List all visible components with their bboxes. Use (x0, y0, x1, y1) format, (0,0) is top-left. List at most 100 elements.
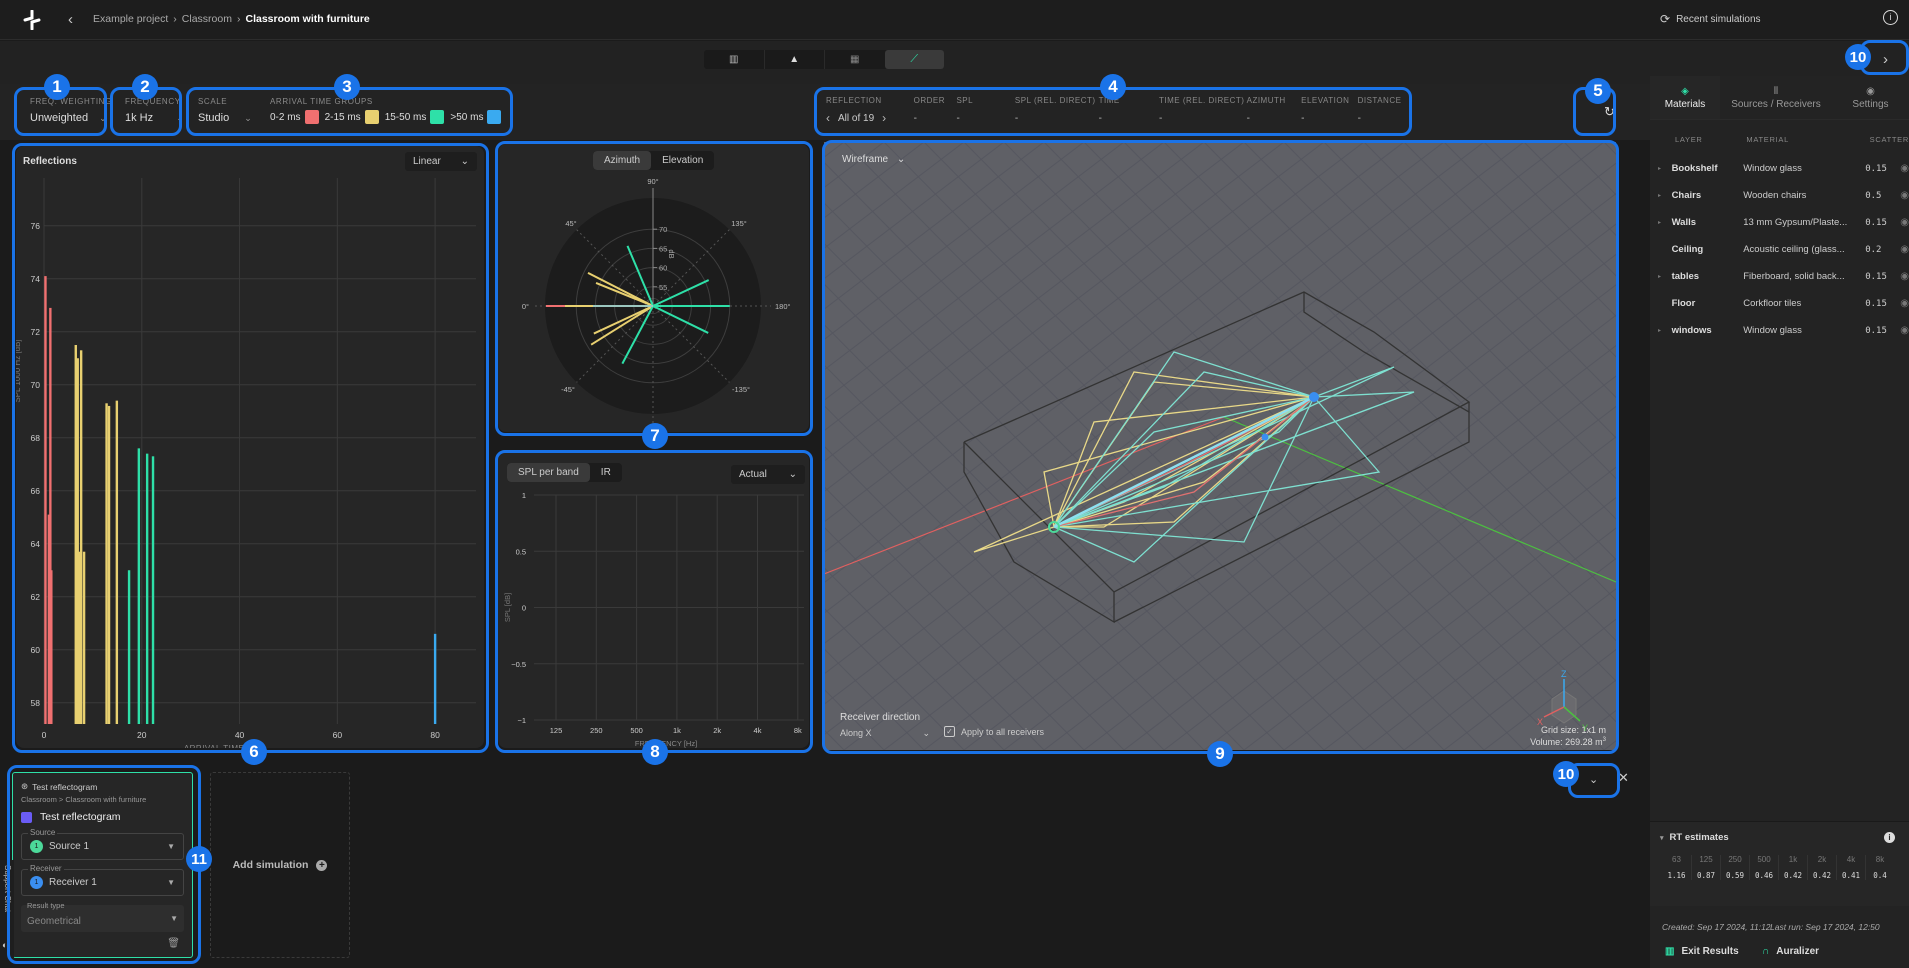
trash-icon[interactable]: 🗑 (167, 938, 180, 949)
material-scatter[interactable]: 0.15 (1865, 164, 1894, 174)
frequency-select[interactable]: FREQUENCY 1k Hz ⌄ (125, 97, 184, 124)
3d-scene[interactable]: XYZ (824, 142, 1616, 750)
arrival-group-label: 15-50 ms (384, 111, 427, 123)
y-tick-label: 70 (31, 380, 41, 390)
eye-icon[interactable]: ◉ (1900, 271, 1909, 282)
arrival-group-swatch[interactable] (487, 110, 502, 124)
reflection-bar (107, 405, 111, 724)
last-run-date: Last run: Sep 17 2024, 12:50 (1770, 922, 1880, 932)
caret-down-icon: ▼ (170, 914, 178, 923)
reflection-info: REFLECTION ORDER SPL SPL (REL. DIRECT) TIME T… (826, 96, 1416, 125)
expand-icon[interactable]: ▸ (1658, 192, 1672, 199)
radial-tick-label: 55 (659, 283, 667, 292)
expand-icon[interactable]: ▸ (1658, 327, 1672, 334)
collapse-icon[interactable]: ▾ (1660, 834, 1664, 842)
material-row[interactable]: ▸ Walls 13 mm Gypsum/Plaste... 0.15 ◉ (1650, 209, 1909, 236)
color-swatch[interactable] (21, 811, 32, 823)
material-name[interactable]: 13 mm Gypsum/Plaste... (1743, 217, 1865, 228)
material-scatter[interactable]: 0.15 (1865, 326, 1894, 336)
volume-unit-sup: 3 (1602, 737, 1606, 743)
scale-select[interactable]: SCALE Studio ⌄ (198, 97, 252, 124)
material-scatter[interactable]: 0.15 (1865, 272, 1894, 282)
collapse-panel-button[interactable]: ⌄ (1589, 773, 1598, 786)
floor-grid-line (824, 566, 1005, 750)
auralizer-button[interactable]: ∩ Auralizer (1762, 946, 1819, 957)
x-tick-label: 60 (333, 730, 343, 740)
simulation-card[interactable]: ⊛ Test reflectogram Classroom > Classroom… (12, 772, 193, 958)
y-tick-label: 74 (31, 274, 41, 284)
breadcrumb-model[interactable]: Classroom (182, 13, 232, 25)
reflection-header: AZIMUTH (1246, 96, 1286, 105)
back-button[interactable]: ‹ (68, 11, 73, 28)
material-scatter[interactable]: 0.15 (1865, 299, 1894, 309)
volume: Volume: 269.28 m (1530, 737, 1603, 747)
freq-weighting-value: Unweighted (30, 112, 89, 124)
tab-settings[interactable]: ◉ Settings (1832, 76, 1909, 119)
app-logo[interactable] (22, 9, 42, 35)
receiver-select[interactable]: Receiver 1 Receiver 1 ▼ (21, 864, 184, 896)
expand-icon[interactable]: ▸ (1658, 273, 1672, 280)
angle-label: 135° (731, 219, 747, 228)
apply-all-receivers-checkbox[interactable]: ✓ Apply to all receivers (944, 726, 1044, 737)
material-name[interactable]: Corkfloor tiles (1743, 298, 1865, 309)
eye-icon[interactable]: ◉ (1900, 244, 1909, 255)
expand-icon[interactable]: ▸ (1658, 165, 1672, 172)
support-chat-tab[interactable]: Support Chat ◐ (0, 860, 14, 960)
expand-icon[interactable]: ▸ (1658, 219, 1672, 226)
tab-results-overview[interactable]: ▥ (704, 50, 765, 69)
tab-sources-receivers[interactable]: ⫴ Sources / Receivers (1720, 76, 1832, 119)
3d-viewport[interactable]: XYZ Wireframe ⌄ Receiver direction Along… (824, 142, 1616, 750)
tab-grid[interactable]: ▦ (825, 50, 885, 69)
arrival-group-swatch[interactable] (364, 110, 379, 124)
source-select[interactable]: Source 1 Source 1 ▼ (21, 828, 184, 860)
material-layer: windows (1671, 325, 1712, 336)
material-row[interactable]: Floor Corkfloor tiles 0.15 ◉ (1650, 290, 1909, 317)
tab-sources[interactable]: ▲ (765, 50, 825, 69)
material-row[interactable]: ▸ tables Fiberboard, solid back... 0.15 ◉ (1650, 263, 1909, 290)
chevron-down-icon: ⌄ (99, 113, 107, 123)
breadcrumb-separator: › (173, 13, 177, 25)
next-reflection-button[interactable]: › (882, 111, 886, 125)
render-mode-dropdown[interactable]: Wireframe ⌄ (842, 154, 905, 165)
freq-weighting-label: FREQ. WEIGHTING (30, 97, 112, 106)
x-tick-label: 8k (794, 726, 802, 735)
prev-reflection-button[interactable]: ‹ (826, 111, 830, 125)
reflections-panel: Reflections Linear ⌄ 58 60 62 64 66 68 70 72 74 76… (16, 146, 484, 748)
material-name[interactable]: Window glass (1743, 163, 1865, 174)
material-name[interactable]: Wooden chairs (1743, 190, 1865, 201)
material-row[interactable]: Ceiling Acoustic ceiling (glass... 0.2 ◉ (1650, 236, 1909, 263)
material-row[interactable]: ▸ Chairs Wooden chairs 0.5 ◉ (1650, 182, 1909, 209)
eye-icon[interactable]: ◉ (1900, 325, 1909, 336)
rt-column: 125 0.87 (1691, 855, 1720, 880)
eye-icon[interactable]: ◉ (1900, 163, 1909, 174)
tab-label: Settings (1852, 98, 1889, 110)
eye-icon[interactable]: ◉ (1900, 298, 1909, 309)
material-scatter[interactable]: 0.15 (1865, 218, 1894, 228)
material-row[interactable]: ▸ windows Window glass 0.15 ◉ (1650, 317, 1909, 344)
expand-right-panel-button[interactable]: › (1883, 51, 1888, 68)
arrival-group-swatch[interactable] (304, 110, 319, 124)
info-icon[interactable]: i (1883, 10, 1898, 25)
result-type-select[interactable]: Result type Geometrical ▼ (21, 901, 184, 932)
arrival-group-swatch[interactable] (430, 110, 445, 124)
material-scatter[interactable]: 0.5 (1865, 191, 1894, 201)
eye-icon[interactable]: ◉ (1900, 217, 1909, 228)
add-simulation-button[interactable]: Add simulation + (210, 772, 350, 958)
eye-icon[interactable]: ◉ (1900, 190, 1909, 201)
chevron-down-icon: ⌄ (176, 113, 184, 123)
recent-simulations-button[interactable]: ⟳ Recent simulations (1660, 12, 1761, 26)
freq-weighting-select[interactable]: FREQ. WEIGHTING Unweighted ⌄ (30, 97, 112, 124)
info-icon[interactable]: i (1884, 832, 1895, 843)
tab-reflectogram[interactable]: ⟋ (884, 50, 944, 69)
close-panel-button[interactable]: ✕ (1618, 770, 1629, 786)
exit-results-button[interactable]: ▥ Exit Results (1665, 946, 1739, 957)
reset-icon[interactable]: ↻ (1604, 104, 1615, 120)
material-name[interactable]: Fiberboard, solid back... (1743, 271, 1865, 282)
tab-materials[interactable]: ◈ Materials (1650, 76, 1720, 119)
angle-label: 90° (647, 177, 658, 186)
material-name[interactable]: Acoustic ceiling (glass... (1743, 244, 1865, 255)
breadcrumb-project[interactable]: Example project (93, 13, 168, 25)
material-name[interactable]: Window glass (1743, 325, 1865, 336)
receiver-direction-dropdown[interactable]: Along X ⌄ (840, 728, 930, 739)
material-scatter[interactable]: 0.2 (1865, 245, 1894, 255)
